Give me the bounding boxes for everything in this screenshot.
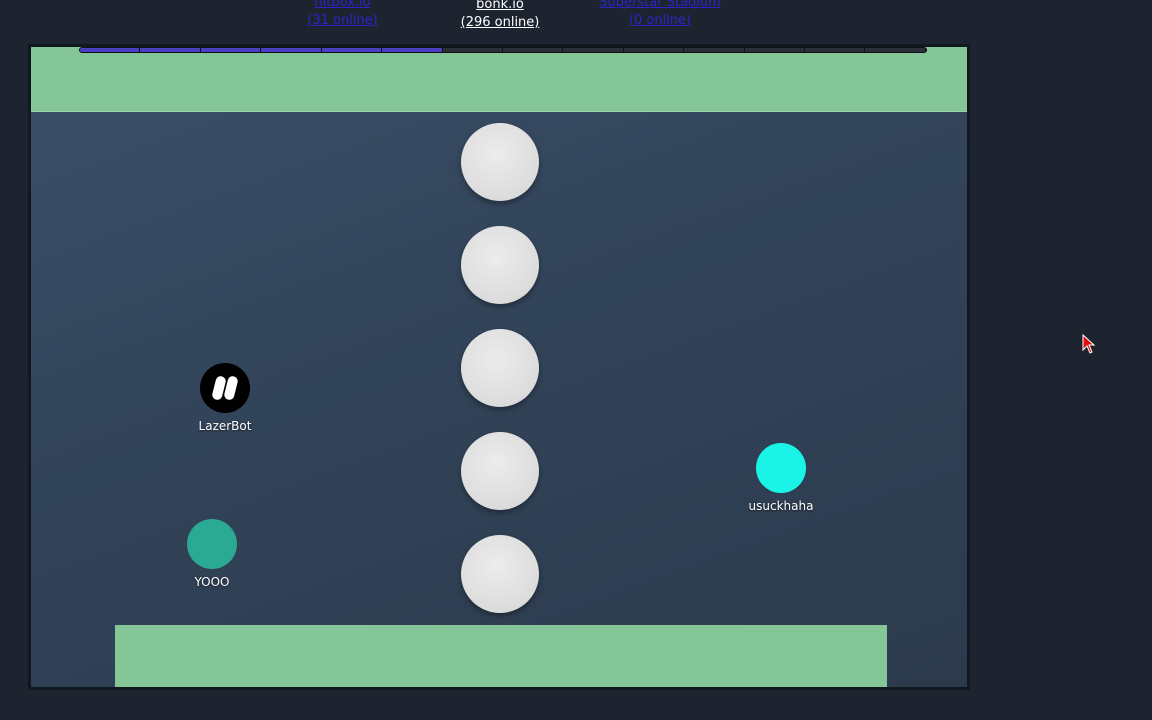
timer-segment	[502, 48, 564, 52]
player-name: YOOO	[194, 575, 230, 589]
game-link-online-count[interactable]: (31 online)	[290, 12, 395, 30]
game-link-hitbox[interactable]: hitbox.io (31 online)	[290, 0, 395, 30]
player-lazerbot: LazerBot	[165, 363, 285, 433]
top-platform	[31, 47, 967, 112]
game-link-superstar-stadium[interactable]: Superstar Stadium (0 online)	[590, 0, 730, 30]
ball-obstacle	[461, 226, 539, 304]
timer-segment	[684, 48, 745, 52]
game-link-online-count[interactable]: (296 online)	[440, 14, 560, 32]
game-links-bar: hitbox.io (31 online) bonk.io (296 onlin…	[0, 0, 1152, 44]
pause-bot-icon	[200, 363, 250, 413]
timer-segment	[321, 48, 383, 52]
game-link-title[interactable]: bonk.io	[440, 0, 560, 14]
timer-segment	[623, 48, 685, 52]
player-name: usuckhaha	[748, 499, 814, 513]
player-name: LazerBot	[198, 419, 252, 433]
player-yooo: YOOO	[152, 519, 272, 589]
round-timer-bar	[79, 47, 927, 53]
timer-segment	[140, 48, 201, 52]
bottom-platform	[115, 625, 887, 687]
timer-segment	[563, 48, 624, 52]
timer-segment	[80, 48, 141, 52]
ball-obstacle	[461, 432, 539, 510]
player-usuckhaha: usuckhaha	[721, 443, 841, 513]
game-arena[interactable]: LazerBot YOOO usuckhaha	[28, 44, 970, 690]
timer-segment	[261, 48, 322, 52]
game-link-online-count[interactable]: (0 online)	[590, 12, 730, 30]
timer-segment	[200, 48, 262, 52]
ball-obstacle	[461, 123, 539, 201]
game-link-title[interactable]: hitbox.io	[290, 0, 395, 12]
timer-segment	[805, 48, 866, 52]
player-avatar	[187, 519, 237, 569]
ball-obstacle	[461, 535, 539, 613]
timer-segment	[442, 48, 503, 52]
game-link-title[interactable]: Superstar Stadium	[590, 0, 730, 12]
timer-segment	[744, 48, 806, 52]
ball-obstacle	[461, 329, 539, 407]
timer-segment	[382, 48, 443, 52]
timer-segment	[865, 48, 926, 52]
game-link-bonk[interactable]: bonk.io (296 online)	[440, 0, 560, 32]
player-avatar	[756, 443, 806, 493]
